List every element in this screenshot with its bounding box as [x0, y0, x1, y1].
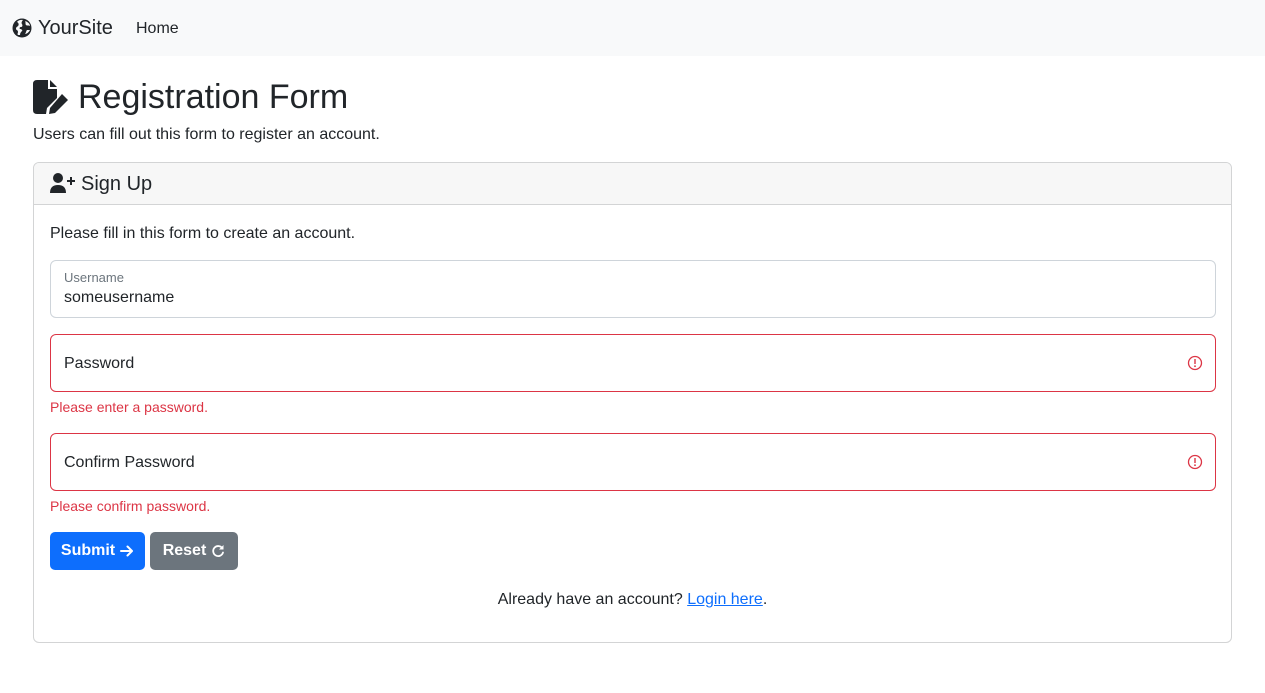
- page-title-text: Registration Form: [78, 78, 349, 116]
- password-field[interactable]: Password: [50, 334, 1216, 392]
- username-field[interactable]: Username someusername: [50, 260, 1216, 318]
- confirm-password-field[interactable]: Confirm Password: [50, 433, 1216, 491]
- file-pen-icon: [33, 80, 69, 114]
- page-title: Registration Form: [33, 77, 348, 117]
- login-prompt-suffix: .: [762, 591, 768, 608]
- password-error: Please enter a password.: [50, 399, 208, 415]
- login-prompt: Already have an account? Login here.: [34, 590, 1231, 610]
- page-description: Users can fill out this form to register…: [33, 126, 380, 143]
- arrow-right-icon: [120, 544, 134, 558]
- error-circle-icon: [1187, 355, 1203, 371]
- form-instructions: Please fill in this form to create an ac…: [50, 225, 356, 242]
- login-prompt-text: Already have an account?: [497, 591, 688, 608]
- confirm-password-label: Confirm Password: [64, 454, 195, 471]
- reset-button[interactable]: Reset: [150, 532, 238, 570]
- username-label: Username: [64, 270, 124, 285]
- brand-link[interactable]: YourSite: [12, 16, 113, 40]
- nav-home-link[interactable]: Home: [136, 19, 179, 39]
- password-label: Password: [64, 355, 135, 372]
- submit-button-label: Submit: [60, 542, 116, 559]
- error-circle-icon: [1187, 454, 1203, 470]
- login-link[interactable]: Login here: [687, 591, 763, 608]
- globe-icon: [12, 18, 32, 38]
- brand-name: YourSite: [38, 17, 113, 39]
- submit-button[interactable]: Submit: [50, 532, 145, 570]
- user-plus-icon: [50, 173, 76, 194]
- signup-card: Sign Up Please fill in this form to crea…: [33, 162, 1232, 643]
- navbar: YourSite Home: [0, 0, 1265, 56]
- username-value: someusername: [64, 289, 175, 306]
- confirm-password-error: Please confirm password.: [50, 498, 211, 514]
- rotate-right-icon: [211, 544, 225, 558]
- card-header-title: Sign Up: [81, 173, 153, 195]
- reset-button-label: Reset: [162, 542, 207, 559]
- card-header: Sign Up: [34, 163, 1231, 205]
